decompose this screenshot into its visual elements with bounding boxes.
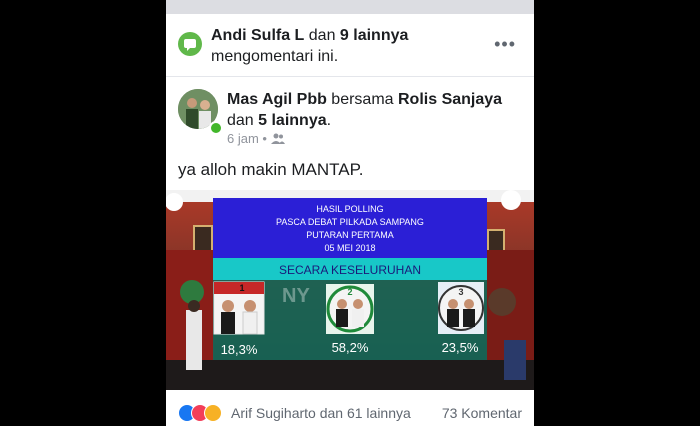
notification-conj: dan (304, 27, 340, 44)
with-word: bersama (326, 91, 398, 108)
post-header: Mas Agil Pbb bersama Rolis Sanjaya dan 5… (166, 77, 534, 147)
poll-title-line-2: PASCA DEBAT PILKADA SAMPANG (276, 217, 424, 227)
poll-title-line-4: 05 MEI 2018 (324, 243, 375, 253)
post-meta: 6 jam • (227, 131, 285, 146)
facebook-post-screen: Andi Sulfa L dan 9 lainnya mengomentari … (166, 0, 534, 426)
reaction-names[interactable]: Arif Sugiharto dan 61 lainnya (231, 405, 411, 421)
notification-others[interactable]: 9 lainnya (340, 27, 408, 44)
poll-subtitle: SECARA KESELURUHAN (279, 263, 421, 277)
tagged-others[interactable]: 5 lainnya (258, 112, 326, 129)
comment-notification[interactable]: Andi Sulfa L dan 9 lainnya mengomentari … (166, 14, 534, 77)
tagged-person[interactable]: Rolis Sanjaya (398, 91, 502, 108)
notification-text: Andi Sulfa L dan 9 lainnya mengomentari … (211, 25, 491, 67)
notification-actor[interactable]: Andi Sulfa L (211, 27, 304, 44)
online-status-dot (209, 121, 223, 135)
period: . (326, 112, 332, 129)
candidate-2-number: 2 (347, 287, 352, 297)
post-image[interactable]: NY HASIL POLLING PASCA DEBAT PILKADA SAM… (166, 190, 534, 390)
candidate-3-percent: 23,5% (442, 340, 479, 355)
meta-separator: • (258, 131, 271, 146)
post-text: ya alloh makin MANTAP. (178, 160, 364, 179)
banner-text: NY (282, 285, 310, 307)
comment-count[interactable]: 73 Komentar (442, 405, 522, 421)
haha-icon (204, 404, 222, 422)
candidate-2-percent: 58,2% (332, 340, 369, 355)
poll-title-line-3: PUTARAN PERTAMA (306, 230, 394, 240)
post-time[interactable]: 6 jam (227, 131, 259, 146)
more-horizontal-icon[interactable]: ••• (494, 34, 516, 55)
candidate-1-percent: 18,3% (221, 342, 258, 357)
reaction-icons (178, 404, 226, 422)
candidate-3-number: 3 (458, 287, 463, 297)
notification-action: mengomentari ini. (211, 48, 339, 65)
tagged-conj: dan (227, 112, 259, 129)
poll-graphic: NY HASIL POLLING PASCA DEBAT PILKADA SAM… (166, 190, 534, 390)
friends-icon (270, 131, 285, 146)
comment-bubble-icon (178, 32, 202, 56)
poll-title-line-1: HASIL POLLING (316, 204, 383, 214)
status-bar (166, 0, 534, 14)
post-author-line: Mas Agil Pbb bersama Rolis Sanjaya dan 5… (227, 89, 517, 131)
reactions-bar[interactable]: Arif Sugiharto dan 61 lainnya 73 Komenta… (166, 396, 534, 426)
post-author-name[interactable]: Mas Agil Pbb (227, 91, 327, 108)
candidate-1-number: 1 (239, 283, 244, 293)
